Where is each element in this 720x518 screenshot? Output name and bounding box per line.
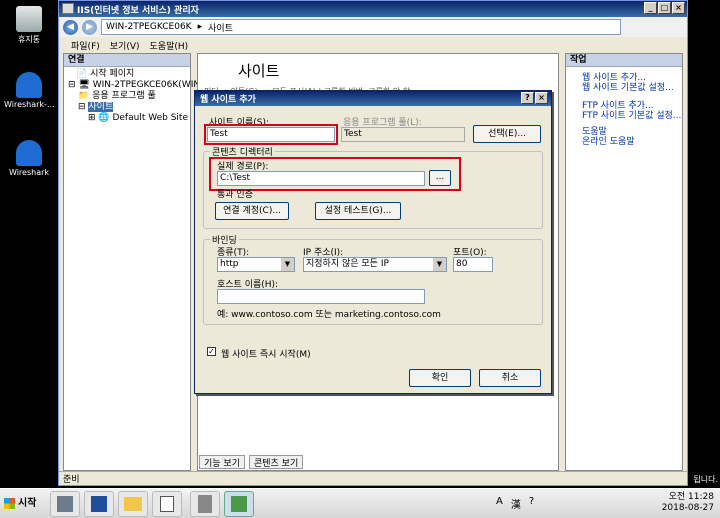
start-immediately-checkbox[interactable]: ✓: [207, 347, 216, 356]
view-tabs: 기능 보기 콘텐츠 보기: [199, 455, 304, 469]
breadcrumb[interactable]: WIN-2TPEGKCE06K ▸ 사이트: [101, 19, 621, 35]
ip-address-select[interactable]: 지정하지 않은 모든 IP ▼: [303, 257, 447, 272]
menu-file[interactable]: 파일(F): [71, 39, 100, 52]
port-input[interactable]: 80: [453, 257, 493, 272]
cancel-button[interactable]: 취소: [479, 369, 541, 387]
menu-bar: 파일(F) 보기(V) 도움말(H): [59, 37, 687, 53]
dialog-help-button[interactable]: ?: [521, 92, 534, 104]
taskbar-powershell[interactable]: [84, 491, 114, 517]
taskbar-server-manager[interactable]: [50, 491, 80, 517]
connect-as-button[interactable]: 연결 계정(C)...: [215, 202, 289, 220]
status-bar: 준비: [59, 471, 687, 485]
taskbar: 시작 A 漢 ? 오전 11:28 2018-08-27: [0, 488, 720, 518]
recycle-bin-desktop-icon[interactable]: 휴지통: [4, 6, 54, 45]
maximize-button[interactable]: □: [658, 2, 671, 14]
taskbar-computer[interactable]: [190, 491, 220, 517]
recycle-bin-icon: [16, 6, 42, 32]
tree-item-app-pools[interactable]: 📁 응용 프로그램 풀: [68, 91, 186, 102]
action-help[interactable]: 도움말: [566, 127, 682, 137]
tree-item-start-page[interactable]: 📄 시작 페이지: [68, 69, 186, 80]
close-button[interactable]: ×: [672, 2, 685, 14]
window-title-bar[interactable]: IIS(인터넷 정보 서비스) 관리자 _ □ ×: [59, 1, 687, 17]
clock-date: 2018-08-27: [661, 503, 714, 513]
actions-title: 작업: [566, 54, 682, 67]
dialog-title: 웹 사이트 추가: [200, 95, 256, 105]
tab-content-view[interactable]: 콘텐츠 보기: [248, 455, 304, 469]
folder-icon: [124, 497, 142, 511]
wireshark-desktop-icon[interactable]: Wireshark: [4, 140, 54, 177]
action-website-defaults[interactable]: 웹 사이트 기본값 설정...: [566, 83, 682, 93]
desktop-icon-label: 휴지통: [17, 35, 41, 44]
wireshark-icon: [16, 72, 42, 98]
action-ftp-defaults[interactable]: FTP 사이트 기본값 설정...: [566, 111, 682, 121]
desktop-icon-label: Wireshark-...: [4, 100, 55, 109]
menu-help[interactable]: 도움말(H): [150, 39, 189, 52]
forward-button[interactable]: ▶: [82, 19, 97, 35]
host-name-input[interactable]: [217, 289, 425, 304]
highlight-box: [209, 157, 461, 191]
ime-help-icon[interactable]: ?: [529, 496, 534, 511]
server-manager-icon: [57, 496, 73, 512]
tree-item-default-web-site[interactable]: ⊞ 🌐 Default Web Site: [68, 113, 188, 124]
start-button[interactable]: 시작: [2, 493, 38, 515]
type-select[interactable]: http ▼: [217, 257, 295, 272]
chevron-down-icon: ▼: [433, 258, 446, 271]
iis-icon: [231, 496, 247, 512]
chevron-down-icon: ▼: [281, 258, 294, 271]
wireshark-icon: [16, 140, 42, 166]
sites-breadcrumb[interactable]: 사이트: [208, 21, 233, 34]
connections-pane: 연결 📄 시작 페이지 ⊟ 🖥 WIN-2TPEGKCE06K(WIN 📁 응용…: [63, 53, 200, 471]
connections-tree: 📄 시작 페이지 ⊟ 🖥 WIN-2TPEGKCE06K(WIN 📁 응용 프로…: [64, 67, 200, 126]
iis-app-icon: [62, 3, 74, 14]
actions-pane: 작업 웹 사이트 추가... 웹 사이트 기본값 설정... FTP 사이트 추…: [565, 53, 683, 471]
computer-icon: [198, 495, 212, 513]
highlight-box: [204, 124, 338, 145]
tray-icons: A 漢 ?: [496, 496, 534, 511]
desktop-icon-label: Wireshark: [8, 168, 50, 177]
pass-through-label: 통과 인증: [217, 190, 253, 200]
dialog-close-button[interactable]: ×: [535, 92, 548, 104]
start-immediately-label: 웹 사이트 즉시 시작(M): [221, 350, 311, 360]
server-breadcrumb[interactable]: WIN-2TPEGKCE06K: [106, 22, 192, 32]
clock[interactable]: 오전 11:28 2018-08-27: [662, 492, 714, 516]
host-name-example: 예: www.contoso.com 또는 marketing.contoso.…: [217, 310, 441, 320]
dialog-title-bar[interactable]: 웹 사이트 추가 ? ×: [195, 91, 551, 106]
app-pool-input: Test: [341, 127, 465, 142]
taskbar-explorer[interactable]: [118, 491, 148, 517]
desktop-edge-text: 됩니다.: [693, 475, 718, 484]
back-button[interactable]: ◀: [63, 19, 78, 35]
add-website-dialog: 웹 사이트 추가 ? × 사이트 이름(S): Test 응용 프로그램 풀(L…: [194, 90, 552, 394]
tab-features-view[interactable]: 기능 보기: [199, 455, 245, 469]
minimize-button[interactable]: _: [644, 2, 657, 14]
address-bar: ◀ ▶ WIN-2TPEGKCE06K ▸ 사이트: [59, 17, 687, 37]
action-add-website[interactable]: 웹 사이트 추가...: [566, 73, 682, 83]
language-indicator[interactable]: A: [496, 496, 503, 511]
wireshark-shortcut-desktop-icon[interactable]: Wireshark-...: [4, 72, 55, 109]
clock-time: 오전 11:28: [668, 492, 714, 502]
notepad-icon: [160, 496, 174, 512]
breadcrumb-separator: ▸: [197, 22, 203, 32]
menu-view[interactable]: 보기(V): [110, 39, 140, 52]
tree-item-sites[interactable]: ⊟ 사이트: [68, 102, 186, 113]
taskbar-iis-manager[interactable]: [224, 491, 254, 517]
window-title: IIS(인터넷 정보 서비스) 관리자: [77, 5, 199, 16]
powershell-icon: [91, 496, 107, 512]
select-app-pool-button[interactable]: 선택(E)...: [473, 125, 541, 143]
action-add-ftp-site[interactable]: FTP 사이트 추가...: [566, 101, 682, 111]
connections-title: 연결: [64, 54, 190, 67]
hanja-indicator[interactable]: 漢: [511, 496, 521, 511]
page-title: 사이트: [238, 62, 280, 80]
tree-item-server[interactable]: ⊟ 🖥 WIN-2TPEGKCE06K(WIN: [68, 80, 200, 91]
test-settings-button[interactable]: 설정 테스트(G)...: [315, 202, 401, 220]
action-online-help[interactable]: 온라인 도움말: [566, 137, 682, 147]
ok-button[interactable]: 확인: [409, 369, 471, 387]
taskbar-notepad[interactable]: [152, 491, 182, 517]
